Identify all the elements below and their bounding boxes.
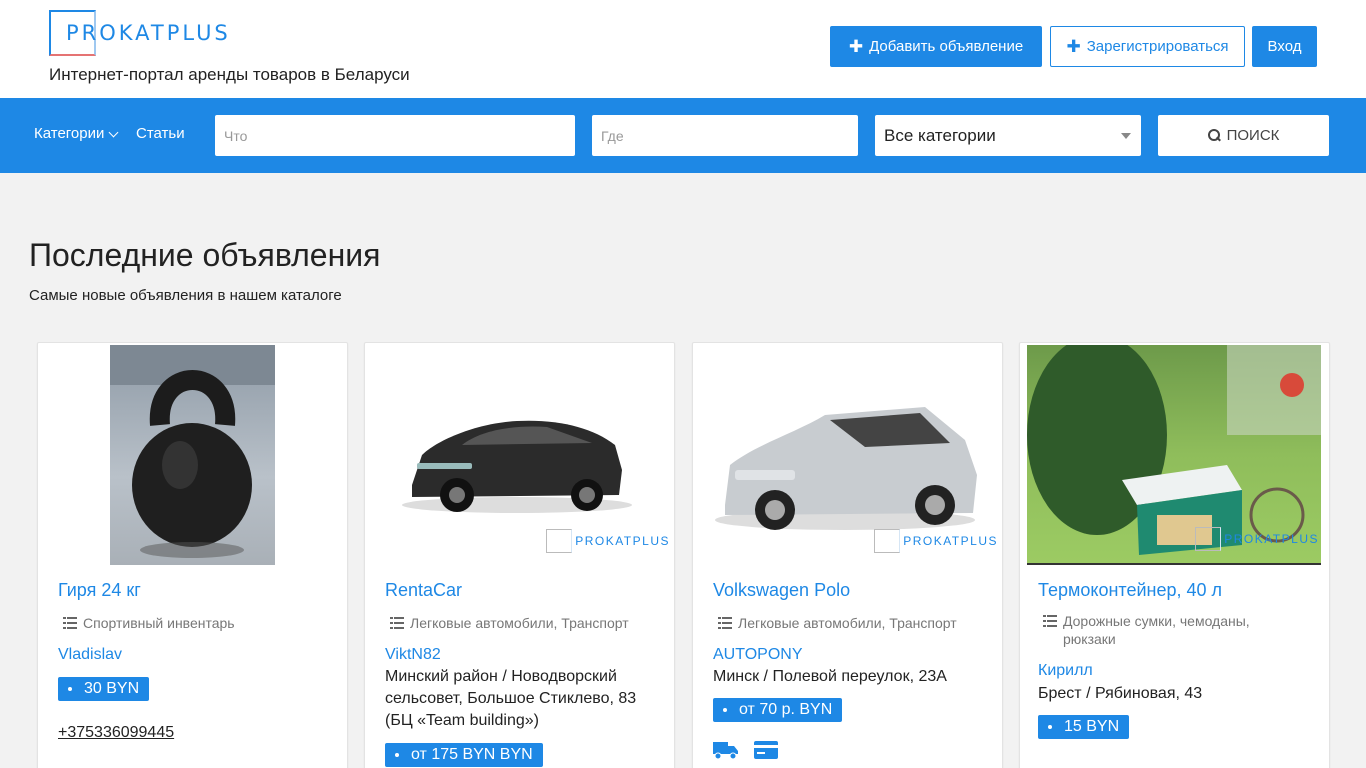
nav-categories-label: Категории [34, 125, 105, 142]
section-title: Последние объявления [29, 237, 381, 273]
delivery-truck-icon [713, 742, 738, 760]
site-tagline: Интернет-портал аренды товаров в Беларус… [49, 65, 410, 84]
listing-category-text: Спортивный инвентарь [83, 615, 235, 631]
listing-category: Легковые автомобили, Транспорт [718, 614, 957, 632]
dropdown-arrow-icon [1121, 133, 1131, 139]
search-button[interactable]: ПОИСК [1158, 115, 1329, 156]
add-listing-button[interactable]: ✚ Добавить объявление [830, 26, 1042, 67]
listing-image[interactable]: PROKATPLUS [1027, 345, 1321, 565]
listing-image[interactable]: PROKATPLUS [695, 345, 1000, 565]
bullet-icon [1048, 725, 1052, 729]
category-select[interactable]: Все категории [875, 115, 1141, 156]
nav-categories[interactable]: Категории [34, 125, 119, 142]
credit-card-icon [754, 741, 778, 759]
login-button[interactable]: Вход [1252, 26, 1317, 67]
listing-title[interactable]: Гиря 24 кг [58, 580, 141, 601]
listing-category-text: Легковые автомобили, Транспорт [738, 615, 957, 631]
listing-card: PROKATPLUS Термоконтейнер, 40 л Дорожные… [1019, 342, 1330, 768]
list-icon [1043, 615, 1057, 627]
list-icon [718, 617, 732, 629]
listing-features [713, 739, 779, 761]
listing-price: 30 BYN [58, 677, 150, 701]
listing-phone[interactable]: +375336099445 [58, 724, 174, 742]
listing-card: PROKATPLUS Volkswagen Polo Легковые авто… [692, 342, 1003, 768]
plus-icon: ✚ [1066, 37, 1081, 56]
watermark-text: PROKATPLUS [903, 534, 998, 548]
logo-frame-icon [1195, 527, 1222, 551]
chevron-down-icon [108, 127, 119, 137]
search-button-label: ПОИСК [1226, 127, 1280, 144]
listing-price-text: от 70 р. BYN [739, 701, 833, 718]
listing-address: Брест / Рябиновая, 43 [1038, 685, 1203, 702]
listing-title[interactable]: Термоконтейнер, 40 л [1038, 580, 1222, 601]
listing-image[interactable] [110, 345, 275, 565]
listing-category: Дорожные сумки, чемоданы, рюкзаки [1043, 612, 1283, 648]
what-input[interactable]: Что [215, 115, 575, 156]
listing-title[interactable]: Volkswagen Polo [713, 580, 850, 601]
watermark-text: PROKATPLUS [575, 534, 670, 548]
listing-category-text: Дорожные сумки, чемоданы, рюкзаки [1063, 613, 1250, 647]
bullet-icon [723, 708, 727, 712]
watermark-text: PROKATPLUS [1224, 532, 1319, 546]
watermark: PROKATPLUS [546, 529, 670, 553]
add-listing-label: Добавить объявление [869, 38, 1024, 55]
kettlebell-illustration [110, 345, 275, 558]
site-header: PROKATPLUS Интернет-портал аренды товаро… [0, 0, 1366, 98]
plus-icon: ✚ [848, 37, 864, 56]
listing-category: Спортивный инвентарь [63, 614, 235, 632]
listing-price: от 70 р. BYN [713, 698, 843, 722]
nav-articles[interactable]: Статьи [136, 125, 185, 142]
bullet-icon [395, 753, 399, 757]
section-subtitle: Самые новые объявления в нашем каталоге [29, 287, 342, 304]
listing-user[interactable]: ViktN82 [385, 646, 441, 664]
nav-articles-label: Статьи [136, 125, 185, 142]
listing-address: Минский район / Новодворский сельсовет, … [385, 668, 637, 729]
listing-image[interactable]: PROKATPLUS [367, 345, 672, 565]
listing-user[interactable]: AUTOPONY [713, 646, 803, 664]
where-input[interactable]: Где [592, 115, 858, 156]
listing-price: 15 BYN [1038, 715, 1130, 739]
list-icon [63, 617, 77, 629]
register-button[interactable]: ✚ Зарегистрироваться [1050, 26, 1245, 67]
bullet-icon [68, 687, 72, 691]
watermark: PROKATPLUS [1195, 527, 1319, 551]
listing-category: Легковые автомобили, Транспорт [390, 614, 629, 632]
what-placeholder: Что [224, 127, 248, 144]
listing-price-text: 30 BYN [84, 680, 140, 697]
listing-price: от 175 BYN BYN [385, 743, 543, 767]
category-select-value: Все категории [884, 125, 996, 145]
list-icon [390, 617, 404, 629]
logo-text: PROKATPLUS [66, 21, 231, 45]
logo-frame-icon [874, 529, 901, 553]
site-logo[interactable]: PROKATPLUS [49, 10, 231, 56]
listing-card: Гиря 24 кг Спортивный инвентарь Vladisla… [37, 342, 348, 768]
listing-price-text: 15 BYN [1064, 718, 1120, 735]
listing-price-text: от 175 BYN BYN [411, 746, 533, 763]
register-label: Зарегистрироваться [1086, 38, 1229, 55]
listing-address: Минск / Полевой переулок, 23А [713, 668, 947, 685]
listing-card: PROKATPLUS RentaCar Легковые автомобили,… [364, 342, 675, 768]
where-placeholder: Где [601, 127, 624, 144]
listing-title[interactable]: RentaCar [385, 580, 462, 601]
search-icon [1207, 129, 1221, 142]
logo-frame-icon [546, 529, 573, 553]
listing-category-text: Легковые автомобили, Транспорт [410, 615, 629, 631]
listing-user[interactable]: Кирилл [1038, 662, 1093, 680]
listing-user[interactable]: Vladislav [58, 646, 122, 664]
login-label: Вход [1267, 38, 1302, 55]
search-bar: Категории Статьи Что Где Все категории П… [0, 98, 1366, 173]
watermark: PROKATPLUS [874, 529, 998, 553]
